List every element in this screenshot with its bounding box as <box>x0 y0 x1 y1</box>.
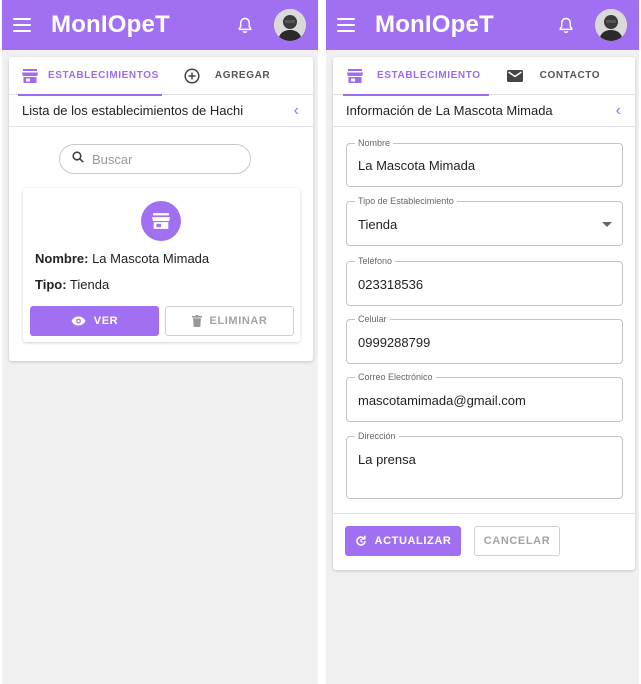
eye-icon <box>71 316 86 326</box>
app-title: MonIOpeT <box>375 11 494 38</box>
form-divider <box>333 513 635 514</box>
trash-icon <box>191 315 202 327</box>
search-input[interactable]: Buscar <box>59 144 251 174</box>
establishments-card: ESTABLECIMIENTOS AGREGAR Lista de los es… <box>9 57 313 361</box>
refresh-icon <box>355 535 367 547</box>
telefono-field[interactable]: Teléfono 023318536 <box>346 255 623 306</box>
establishment-item: Nombre: La Mascota Mimada Tipo: Tienda V… <box>23 188 300 342</box>
tab-establecimientos[interactable]: ESTABLECIMIENTOS <box>18 57 162 96</box>
tab-bar: ESTABLECIMIENTO CONTACTO <box>333 57 635 96</box>
field-label: Nombre <box>355 137 394 149</box>
field-value: La Mascota Mimada <box>358 158 476 173</box>
dropdown-caret-icon[interactable] <box>602 222 612 227</box>
avatar[interactable] <box>274 9 306 41</box>
delete-button-label: ELIMINAR <box>209 315 268 327</box>
tab-label: AGREGAR <box>214 70 271 81</box>
store-icon <box>22 68 38 83</box>
field-label: Celular <box>355 313 390 325</box>
delete-button[interactable]: ELIMINAR <box>165 306 294 336</box>
search-placeholder: Buscar <box>92 151 133 167</box>
tab-establecimiento[interactable]: ESTABLECIMIENTO <box>343 57 489 96</box>
field-value: 023318536 <box>358 277 424 292</box>
tab-agregar[interactable]: AGREGAR <box>184 57 270 95</box>
name-label: Nombre: <box>35 251 89 266</box>
mail-icon <box>506 69 523 82</box>
avatar[interactable] <box>595 9 627 41</box>
establishment-detail-screen: MonIOpeT ESTABLECIMIENTO CONTACTO Inform… <box>326 0 639 684</box>
chevron-left-icon[interactable]: ‹ <box>616 102 621 119</box>
establishment-name: Nombre: La Mascota Mimada <box>35 251 209 266</box>
field-value: mascotamimada@gmail.com <box>358 393 526 408</box>
tab-label: ESTABLECIMIENTO <box>377 70 481 81</box>
app-bar: MonIOpeT <box>326 0 639 50</box>
menu-icon[interactable] <box>13 18 31 32</box>
bell-icon[interactable] <box>236 15 254 35</box>
establishment-form-card: ESTABLECIMIENTO CONTACTO Información de … <box>333 57 635 570</box>
field-value: Tienda <box>358 217 398 232</box>
field-label: Correo Electrónico <box>355 371 436 383</box>
store-icon <box>347 68 363 83</box>
app-title: MonIOpeT <box>51 11 170 38</box>
establishments-list-screen: MonIOpeT ESTABLECIMIENTOS AGREGAR Lista … <box>2 0 318 684</box>
update-button-label: ACTUALIZAR <box>374 535 452 547</box>
nombre-field[interactable]: Nombre La Mascota Mimada <box>346 137 623 187</box>
add-circle-icon <box>184 67 200 84</box>
section-title: Lista de los establecimientos de Hachi ‹ <box>9 95 313 127</box>
cancel-button-label: CANCELAR <box>483 535 551 547</box>
chevron-left-icon[interactable]: ‹ <box>294 102 299 119</box>
field-label: Teléfono <box>355 255 396 267</box>
field-label: Dirección <box>355 430 399 442</box>
direccion-field[interactable]: Dirección La prensa <box>346 430 623 499</box>
field-value: 0999288799 <box>358 335 431 350</box>
type-value: Tienda <box>69 277 110 292</box>
tab-label: ESTABLECIMIENTOS <box>48 70 159 81</box>
field-value: La prensa <box>358 452 416 467</box>
update-button[interactable]: ACTUALIZAR <box>345 526 461 556</box>
section-title-text: Información de La Mascota Mimada <box>346 103 553 118</box>
search-icon <box>72 150 84 168</box>
correo-field[interactable]: Correo Electrónico mascotamimada@gmail.c… <box>346 371 623 422</box>
menu-icon[interactable] <box>337 18 355 32</box>
establishment-type: Tipo: Tienda <box>35 277 109 292</box>
view-button[interactable]: VER <box>30 306 159 336</box>
tab-label: CONTACTO <box>539 70 601 81</box>
bell-icon[interactable] <box>557 15 575 35</box>
section-title-text: Lista de los establecimientos de Hachi <box>22 103 244 118</box>
view-button-label: VER <box>93 315 119 327</box>
type-label: Tipo: <box>35 277 67 292</box>
tab-bar: ESTABLECIMIENTOS AGREGAR <box>9 57 313 96</box>
app-bar: MonIOpeT <box>2 0 318 50</box>
tab-contacto[interactable]: CONTACTO <box>506 57 601 95</box>
celular-field[interactable]: Celular 0999288799 <box>346 313 623 364</box>
tipo-select[interactable]: Tipo de Establecimiento Tienda <box>346 195 623 246</box>
cancel-button[interactable]: CANCELAR <box>474 526 560 556</box>
name-value: La Mascota Mimada <box>92 251 210 266</box>
store-icon <box>141 201 181 241</box>
field-label: Tipo de Establecimiento <box>355 195 457 207</box>
section-title: Información de La Mascota Mimada ‹ <box>333 95 635 127</box>
